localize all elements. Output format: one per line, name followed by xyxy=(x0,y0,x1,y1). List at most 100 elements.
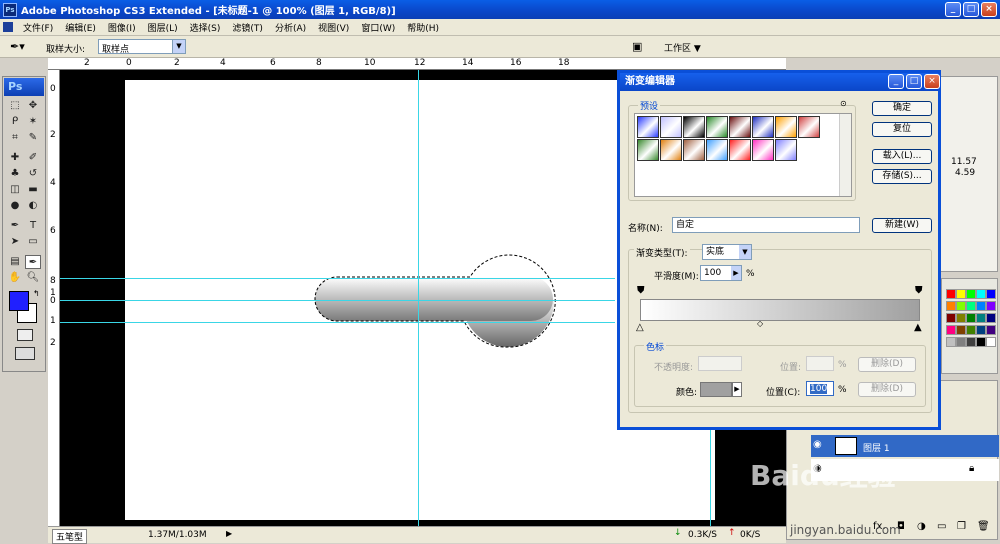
new-group-icon[interactable]: ▭ xyxy=(937,521,946,532)
horizontal-ruler[interactable]: 2 0 2 4 6 8 10 12 14 16 18 xyxy=(48,58,786,70)
guide-line[interactable] xyxy=(60,300,615,301)
ime-indicator[interactable]: 五笔型 xyxy=(52,529,88,544)
color-swatch[interactable] xyxy=(946,289,956,299)
name-input[interactable]: 自定 xyxy=(672,217,860,233)
eyedropper-tool-icon[interactable]: ✒ xyxy=(25,255,41,269)
delete-color-stop-button[interactable]: 删除(D) xyxy=(858,382,916,397)
gradient-tool-icon[interactable]: ▬ xyxy=(25,183,41,197)
zoom-tool-icon[interactable]: 🔍︎ xyxy=(25,271,41,285)
gradient-preset-swatch[interactable] xyxy=(683,116,705,138)
color-swatch[interactable] xyxy=(986,325,996,335)
marquee-tool-icon[interactable]: ⬚ xyxy=(7,99,23,113)
quick-mask-icon[interactable] xyxy=(17,329,33,341)
color-swatch[interactable] xyxy=(966,313,976,323)
menu-file[interactable]: 文件(F) xyxy=(17,21,59,34)
color-swatch[interactable] xyxy=(986,289,996,299)
eye-icon[interactable]: ◉ xyxy=(813,439,822,450)
menu-select[interactable]: 选择(S) xyxy=(184,21,227,34)
status-menu-arrow-icon[interactable]: ▶ xyxy=(226,529,232,538)
menu-help[interactable]: 帮助(H) xyxy=(401,21,445,34)
color-swatch[interactable] xyxy=(956,301,966,311)
path-select-icon[interactable]: ➤ xyxy=(7,235,23,249)
menu-window[interactable]: 窗口(W) xyxy=(355,21,401,34)
color-swatch[interactable] xyxy=(986,313,996,323)
history-brush-icon[interactable]: ↺ xyxy=(25,167,41,181)
color-location-input[interactable]: 100 xyxy=(806,381,834,396)
notes-tool-icon[interactable]: ▤ xyxy=(7,255,23,269)
gradient-preset-swatch[interactable] xyxy=(752,116,774,138)
blur-tool-icon[interactable]: ● xyxy=(7,199,23,213)
camera-icon[interactable]: ▣ xyxy=(632,40,642,53)
color-swatch[interactable] xyxy=(946,337,956,347)
magic-wand-icon[interactable]: ✶ xyxy=(25,115,41,129)
swap-colors-icon[interactable]: ↰ xyxy=(33,289,40,298)
gradient-preset-swatch[interactable] xyxy=(729,139,751,161)
color-swatch[interactable] xyxy=(956,313,966,323)
menu-filter[interactable]: 滤镜(T) xyxy=(226,21,269,34)
move-tool-icon[interactable]: ✥ xyxy=(25,99,41,113)
gradient-preset-swatch[interactable] xyxy=(660,116,682,138)
gradient-preview-bar[interactable] xyxy=(640,299,920,321)
healing-brush-icon[interactable]: ✚ xyxy=(7,151,23,165)
gradient-preset-swatch[interactable] xyxy=(683,139,705,161)
gradient-preset-swatch[interactable] xyxy=(706,116,728,138)
guide-line[interactable] xyxy=(60,322,615,323)
layer-name[interactable]: 图层 1 xyxy=(863,441,890,454)
color-swatch[interactable] xyxy=(946,313,956,323)
color-stop-left-icon[interactable]: △ xyxy=(636,322,644,333)
gradient-type-select[interactable]: 实底 ▼ xyxy=(702,244,752,260)
guide-line[interactable] xyxy=(418,70,419,526)
presets-list[interactable] xyxy=(634,113,852,197)
maximize-button[interactable]: □ xyxy=(963,2,979,17)
delete-opacity-stop-button[interactable]: 删除(D) xyxy=(858,357,916,372)
new-layer-icon[interactable]: ❐ xyxy=(957,521,966,532)
screen-mode-icon[interactable] xyxy=(15,347,35,360)
pen-tool-icon[interactable]: ✒ xyxy=(7,219,23,233)
midpoint-diamond-icon[interactable]: ◇ xyxy=(757,319,763,328)
color-swatch[interactable] xyxy=(966,325,976,335)
color-swatch[interactable] xyxy=(986,337,996,347)
color-swatch[interactable] xyxy=(956,289,966,299)
load-button[interactable]: 载入(L)... xyxy=(872,149,932,164)
slice-tool-icon[interactable]: ✎ xyxy=(25,131,41,145)
menu-view[interactable]: 视图(V) xyxy=(312,21,355,34)
gradient-preset-swatch[interactable] xyxy=(706,139,728,161)
gradient-preset-swatch[interactable] xyxy=(729,116,751,138)
lasso-tool-icon[interactable]: ᑭ xyxy=(7,115,23,129)
ok-button[interactable]: 确定 xyxy=(872,101,932,116)
dialog-minimize-button[interactable]: _ xyxy=(888,74,904,89)
eraser-tool-icon[interactable]: ◫ xyxy=(7,183,23,197)
close-button[interactable]: × xyxy=(981,2,997,17)
swatch-grid[interactable] xyxy=(946,289,996,349)
gradient-preset-swatch[interactable] xyxy=(775,116,797,138)
color-swatch[interactable] xyxy=(976,325,986,335)
color-menu-arrow-icon[interactable]: ▶ xyxy=(732,382,742,397)
shape-tool-icon[interactable]: ▭ xyxy=(25,235,41,249)
type-tool-icon[interactable]: T xyxy=(25,219,41,233)
vertical-ruler[interactable]: 0 2 4 6 8 1 0 1 2 xyxy=(48,70,60,530)
new-button[interactable]: 新建(W) xyxy=(872,218,932,233)
eyedropper-icon[interactable]: ✒▾ xyxy=(10,40,25,53)
crop-tool-icon[interactable]: ⌗ xyxy=(7,131,23,145)
gradient-preset-swatch[interactable] xyxy=(660,139,682,161)
color-swatch[interactable] xyxy=(966,289,976,299)
dialog-close-button[interactable]: × xyxy=(924,74,940,89)
adjustment-layer-icon[interactable]: ◑ xyxy=(917,521,926,532)
workspace-menu[interactable]: 工作区 ▼ xyxy=(664,41,701,54)
gradient-preset-swatch[interactable] xyxy=(637,116,659,138)
menu-layer[interactable]: 图层(L) xyxy=(142,21,184,34)
reset-button[interactable]: 复位 xyxy=(872,122,932,137)
brush-tool-icon[interactable]: ✐ xyxy=(25,151,41,165)
gradient-preset-swatch[interactable] xyxy=(798,116,820,138)
opacity-location-input[interactable] xyxy=(806,356,834,371)
color-swatch[interactable] xyxy=(956,325,966,335)
guide-line[interactable] xyxy=(710,430,711,526)
gradient-preset-swatch[interactable] xyxy=(752,139,774,161)
menu-analysis[interactable]: 分析(A) xyxy=(269,21,312,34)
sample-size-select[interactable]: 取样点 ▼ xyxy=(98,39,186,55)
color-swatch[interactable] xyxy=(976,301,986,311)
color-swatch[interactable] xyxy=(956,337,966,347)
presets-scrollbar[interactable] xyxy=(839,114,851,196)
opacity-stop-left-icon[interactable]: ⛊ xyxy=(637,285,645,296)
menu-image[interactable]: 图像(I) xyxy=(102,21,142,34)
